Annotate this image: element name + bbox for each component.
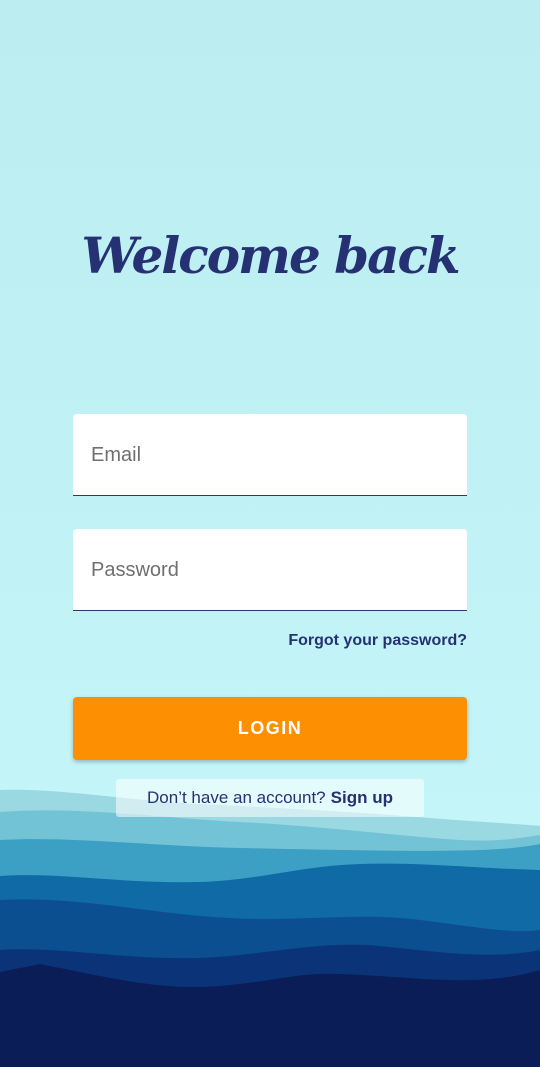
signup-prompt: Don’t have an account? Sign up: [116, 779, 424, 817]
password-field[interactable]: [89, 529, 453, 611]
password-field-container: [73, 529, 467, 611]
signup-link[interactable]: Sign up: [331, 788, 393, 808]
forgot-password-link[interactable]: Forgot your password?: [288, 632, 467, 650]
email-field[interactable]: [89, 414, 453, 496]
welcome-title: Welcome back: [81, 226, 460, 285]
login-button[interactable]: LOGIN: [73, 697, 467, 760]
email-field-container: [73, 414, 467, 496]
signup-prompt-text: Don’t have an account?: [147, 788, 326, 807]
